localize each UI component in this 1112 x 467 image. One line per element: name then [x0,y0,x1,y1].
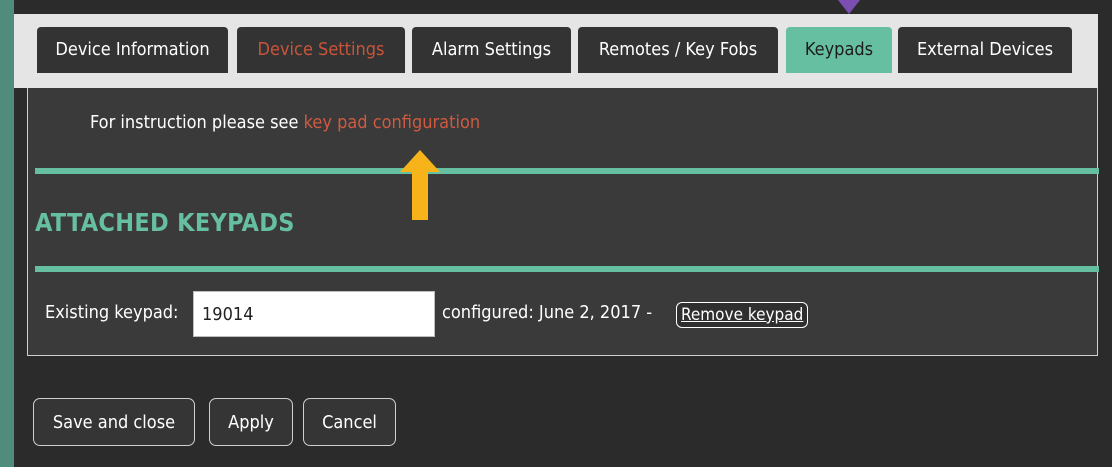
configured-date-text: configured: June 2, 2017 - [442,302,653,323]
section-divider-top [35,168,1099,174]
keypad-id-input[interactable] [193,291,435,337]
save-and-close-button[interactable]: Save and close [33,398,195,446]
tab-device-information[interactable]: Device Information [37,27,228,73]
instruction-text: For instruction please see key pad confi… [90,112,480,133]
tab-remotes-key-fobs[interactable]: Remotes / Key Fobs [578,27,778,73]
tab-alarm-settings[interactable]: Alarm Settings [412,27,571,73]
instruction-label: For instruction please see [90,112,304,133]
attached-keypads-heading: ATTACHED KEYPADS [35,208,295,237]
up-arrow-icon [400,150,440,220]
tab-external-devices[interactable]: External Devices [898,27,1072,73]
tab-keypads[interactable]: Keypads [786,27,892,73]
tab-device-settings[interactable]: Device Settings [237,27,405,73]
keypads-panel: For instruction please see key pad confi… [27,88,1099,356]
remove-keypad-button[interactable]: Remove keypad [676,302,809,328]
apply-button[interactable]: Apply [209,398,293,446]
section-divider-bottom [35,266,1099,272]
cancel-button[interactable]: Cancel [303,398,396,446]
keypad-config-link[interactable]: key pad configuration [304,112,480,133]
existing-keypad-label: Existing keypad: [45,302,179,323]
pointer-marker-icon [838,0,860,14]
